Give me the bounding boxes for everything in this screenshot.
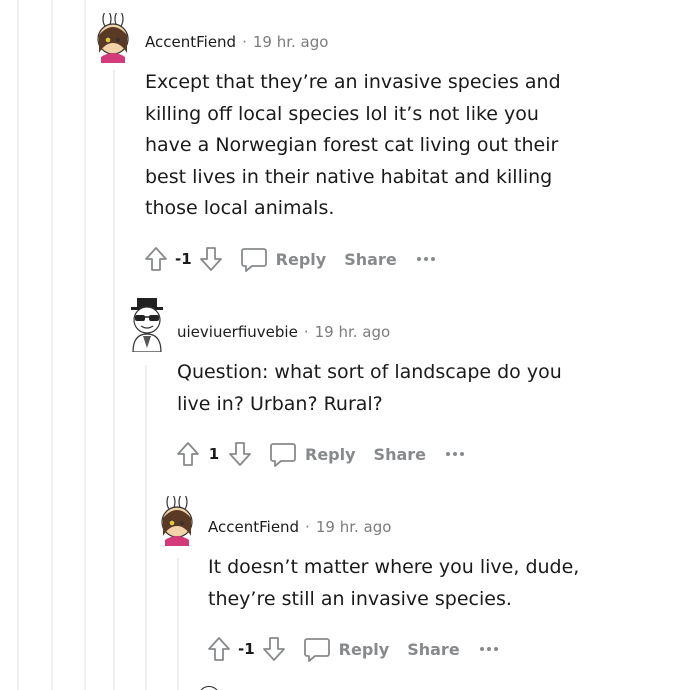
share-label: Share xyxy=(373,444,426,464)
thread-line[interactable] xyxy=(51,0,53,690)
upvote-arrow-icon xyxy=(145,247,167,271)
more-dot-icon xyxy=(453,452,457,456)
downvote-button[interactable] xyxy=(259,634,289,664)
share-button[interactable]: Share xyxy=(407,640,459,659)
thread-line[interactable] xyxy=(84,0,86,690)
reply-label: Reply xyxy=(305,444,356,464)
timestamp[interactable]: 19 hr. ago xyxy=(253,33,329,51)
downvote-button[interactable] xyxy=(225,439,255,469)
more-dot-icon xyxy=(430,257,435,261)
comment-meta: AccentFiend · 19 hr. ago xyxy=(208,518,391,536)
comment-body: Question: what sort of landscape do you … xyxy=(177,361,562,415)
author-name[interactable]: AccentFiend xyxy=(145,33,236,51)
thread-line[interactable] xyxy=(17,0,19,690)
upvote-arrow-icon xyxy=(177,442,199,466)
reply-button[interactable]: Reply xyxy=(240,245,327,273)
bunny-ear-avatar-icon[interactable] xyxy=(93,10,133,63)
vote-score: 1 xyxy=(208,445,220,463)
comment-body: It doesn’t matter where you live, dude, … xyxy=(208,556,580,610)
timestamp[interactable]: 19 hr. ago xyxy=(315,323,391,341)
thread-line[interactable] xyxy=(177,558,179,690)
more-dot-icon xyxy=(416,257,421,261)
downvote-arrow-icon xyxy=(262,637,285,661)
more-dot-icon xyxy=(423,257,428,261)
more-dot-icon xyxy=(486,647,491,651)
more-dot-icon xyxy=(446,452,450,456)
reply-button[interactable]: Reply xyxy=(303,635,390,663)
more-dot-icon xyxy=(479,647,484,651)
thread-line[interactable] xyxy=(145,365,147,690)
snoo-top-hat-avatar-icon[interactable] xyxy=(125,296,165,353)
comment-actions: -1 Reply Share xyxy=(141,242,441,276)
vote-score: -1 xyxy=(238,640,255,658)
more-dot-icon xyxy=(493,647,498,651)
upvote-button[interactable] xyxy=(204,634,234,664)
comment-bubble-icon xyxy=(240,248,267,272)
separator-dot: · xyxy=(305,518,310,536)
more-options-button[interactable] xyxy=(440,439,470,469)
thread-line[interactable] xyxy=(113,70,115,690)
more-dot-icon xyxy=(460,452,464,456)
reply-label: Reply xyxy=(275,249,327,269)
reply-button[interactable]: Reply xyxy=(269,440,356,468)
bunny-ear-avatar-icon[interactable] xyxy=(157,493,197,546)
upvote-button[interactable] xyxy=(173,439,203,469)
next-comment-avatar[interactable] xyxy=(198,686,220,690)
comment-bubble-icon xyxy=(303,638,330,662)
reply-label: Reply xyxy=(338,639,390,659)
comment-body: Except that they’re an invasive species … xyxy=(145,71,561,219)
downvote-arrow-icon xyxy=(199,247,222,271)
downvote-arrow-icon xyxy=(229,442,251,466)
separator-dot: · xyxy=(242,33,247,51)
downvote-button[interactable] xyxy=(196,244,226,274)
comment-actions: 1 Reply Share xyxy=(173,437,470,471)
comment-bubble-icon xyxy=(270,443,296,467)
more-options-button[interactable] xyxy=(474,634,504,664)
more-options-button[interactable] xyxy=(411,244,441,274)
comment-actions: -1 Reply Share xyxy=(204,632,504,666)
share-button[interactable]: Share xyxy=(344,250,396,269)
share-button[interactable]: Share xyxy=(374,445,426,464)
separator-dot: · xyxy=(303,323,309,341)
timestamp[interactable]: 19 hr. ago xyxy=(316,518,392,536)
upvote-arrow-icon xyxy=(208,637,230,661)
comment-meta: AccentFiend · 19 hr. ago xyxy=(145,33,328,51)
author-name[interactable]: uieviuerfiuvebie xyxy=(177,323,298,341)
share-label: Share xyxy=(344,249,397,269)
author-name[interactable]: AccentFiend xyxy=(208,518,299,536)
comment-meta: uieviuerfiuvebie · 19 hr. ago xyxy=(177,323,390,341)
vote-score: -1 xyxy=(175,250,192,268)
upvote-button[interactable] xyxy=(141,244,171,274)
share-label: Share xyxy=(407,639,460,659)
